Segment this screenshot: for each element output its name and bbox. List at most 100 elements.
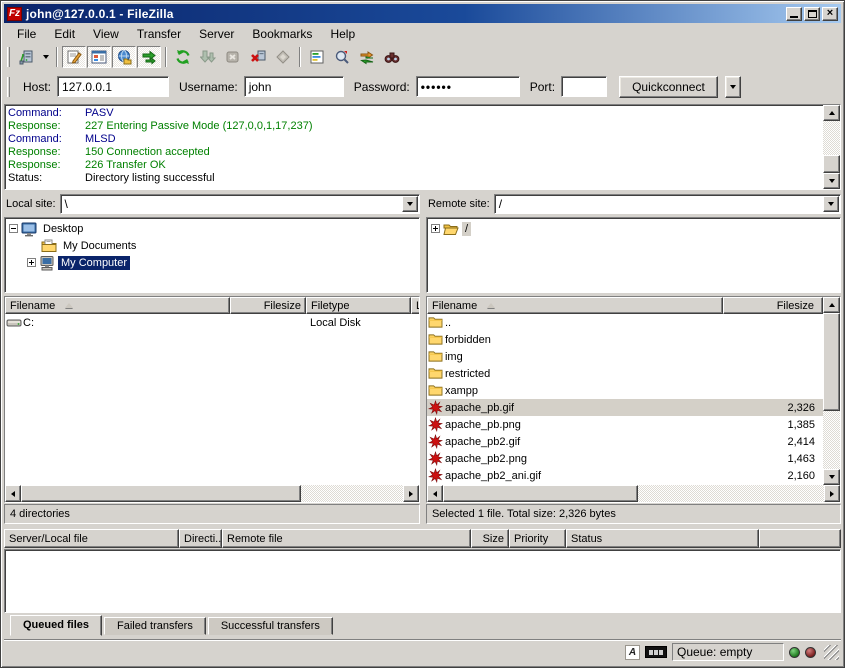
remote-file-row[interactable]: apache_pb.png 1,385: [427, 416, 823, 433]
maximize-button[interactable]: [804, 7, 820, 21]
password-input[interactable]: ••••••: [416, 76, 520, 97]
find-files-button[interactable]: [380, 46, 404, 68]
toggle-transfer-queue-button[interactable]: [137, 46, 161, 68]
reconnect-icon: [275, 49, 291, 65]
column-header-filetype[interactable]: Filetype: [306, 297, 411, 314]
remote-file-row[interactable]: apache_pb2.gif 2,414: [427, 433, 823, 450]
resize-grip-icon[interactable]: [824, 645, 839, 660]
refresh-button[interactable]: [171, 46, 195, 68]
title-bar[interactable]: Fz john@127.0.0.1 - FileZilla ×: [4, 4, 841, 23]
tree-item-my-documents[interactable]: My Documents: [9, 237, 419, 254]
quickconnect-dropdown-button[interactable]: [725, 76, 741, 98]
remote-file-row[interactable]: ..: [427, 314, 823, 331]
tree-item-label[interactable]: Desktop: [40, 222, 86, 236]
minimize-button[interactable]: [786, 7, 802, 21]
tab-successful-transfers[interactable]: Successful transfers: [208, 617, 333, 635]
menu-edit[interactable]: Edit: [45, 25, 84, 43]
column-header-priority[interactable]: Priority: [509, 529, 566, 548]
collapse-icon[interactable]: [9, 224, 18, 233]
remote-file-row[interactable]: restricted: [427, 365, 823, 382]
local-site-combo[interactable]: \: [60, 194, 420, 214]
scroll-up-button[interactable]: [823, 105, 840, 121]
column-header-filename[interactable]: Filename: [5, 297, 230, 314]
directory-comparison-button[interactable]: [330, 46, 354, 68]
local-site-value[interactable]: \: [61, 197, 401, 211]
remote-file-row[interactable]: img: [427, 348, 823, 365]
column-header-direction[interactable]: Directi...: [179, 529, 222, 548]
reconnect-button[interactable]: [271, 46, 295, 68]
scrollbar-thumb[interactable]: [823, 155, 840, 173]
host-input[interactable]: 127.0.0.1: [57, 76, 169, 97]
scroll-right-button[interactable]: [824, 485, 840, 502]
scroll-right-button[interactable]: [403, 485, 419, 502]
tree-item-my-computer[interactable]: My Computer: [9, 254, 419, 271]
port-input[interactable]: [561, 76, 607, 97]
close-button[interactable]: ×: [822, 7, 838, 21]
remote-vertical-scrollbar[interactable]: [823, 297, 840, 485]
tab-failed-transfers[interactable]: Failed transfers: [104, 617, 206, 635]
toggle-local-tree-button[interactable]: [87, 46, 111, 68]
remote-file-row[interactable]: forbidden: [427, 331, 823, 348]
site-manager-button[interactable]: [14, 46, 38, 68]
scrollbar-thumb[interactable]: [21, 485, 301, 502]
remote-site-combo[interactable]: /: [494, 194, 841, 214]
username-input[interactable]: john: [244, 76, 344, 97]
scroll-up-button[interactable]: [823, 297, 840, 313]
menu-server[interactable]: Server: [190, 25, 243, 43]
local-tree[interactable]: Desktop My Documents: [4, 217, 420, 293]
column-header-filename[interactable]: Filename: [427, 297, 723, 314]
column-header-last-modified[interactable]: L: [411, 297, 420, 314]
column-header-size[interactable]: Size: [471, 529, 509, 548]
toggle-message-log-button[interactable]: [62, 46, 86, 68]
scroll-down-button[interactable]: [823, 469, 840, 485]
tree-item-label-selected[interactable]: My Computer: [58, 256, 130, 270]
column-header-server-local-file[interactable]: Server/Local file: [4, 529, 179, 548]
synchronized-browsing-button[interactable]: [355, 46, 379, 68]
remote-file-row-selected[interactable]: apache_pb.gif 2,326: [427, 399, 823, 416]
remote-file-row[interactable]: apache_pb2.png 1,463: [427, 450, 823, 467]
scroll-left-button[interactable]: [5, 485, 21, 502]
scroll-down-button[interactable]: [823, 173, 840, 189]
process-queue-button[interactable]: [196, 46, 220, 68]
file-type: Local Disk: [306, 317, 411, 329]
filter-button[interactable]: [305, 46, 329, 68]
expand-icon[interactable]: [27, 258, 36, 267]
remote-list-body[interactable]: .. forbidden img: [427, 314, 823, 485]
tab-queued-files[interactable]: Queued files: [10, 615, 102, 636]
local-list-body[interactable]: C: Local Disk: [5, 314, 419, 485]
disconnect-button[interactable]: [246, 46, 270, 68]
column-header-empty: [759, 529, 841, 548]
tree-item-label[interactable]: My Documents: [60, 239, 139, 253]
quickconnect-button[interactable]: Quickconnect: [619, 76, 718, 98]
column-header-remote-file[interactable]: Remote file: [222, 529, 471, 548]
column-header-filesize[interactable]: Filesize: [723, 297, 823, 314]
scrollbar-thumb[interactable]: [443, 485, 638, 502]
tree-item-label[interactable]: /: [462, 222, 471, 236]
menu-help[interactable]: Help: [321, 25, 364, 43]
remote-file-row[interactable]: apache_pb2_ani.gif 2,160: [427, 467, 823, 484]
local-file-row[interactable]: C: Local Disk: [5, 314, 419, 331]
column-header-status[interactable]: Status: [566, 529, 759, 548]
cancel-operation-button[interactable]: [221, 46, 245, 68]
queue-body[interactable]: [4, 549, 841, 613]
menu-file[interactable]: File: [8, 25, 45, 43]
remote-file-row[interactable]: xampp: [427, 382, 823, 399]
site-manager-dropdown-button[interactable]: [39, 46, 52, 68]
remote-site-value[interactable]: /: [495, 197, 822, 211]
scroll-left-button[interactable]: [427, 485, 443, 502]
tree-item-root[interactable]: /: [431, 220, 840, 237]
scrollbar-thumb[interactable]: [823, 313, 840, 411]
remote-site-dropdown-button[interactable]: [823, 196, 839, 212]
menu-view[interactable]: View: [84, 25, 128, 43]
menu-bookmarks[interactable]: Bookmarks: [243, 25, 321, 43]
toggle-remote-tree-button[interactable]: [112, 46, 136, 68]
tree-item-desktop[interactable]: Desktop: [9, 220, 419, 237]
menu-transfer[interactable]: Transfer: [128, 25, 190, 43]
local-horizontal-scrollbar[interactable]: [5, 485, 419, 502]
column-header-filesize[interactable]: Filesize: [230, 297, 306, 314]
remote-horizontal-scrollbar[interactable]: [427, 485, 840, 502]
log-vertical-scrollbar[interactable]: [823, 105, 840, 189]
local-site-dropdown-button[interactable]: [402, 196, 418, 212]
expand-icon[interactable]: [431, 224, 440, 233]
remote-tree[interactable]: /: [426, 217, 841, 293]
